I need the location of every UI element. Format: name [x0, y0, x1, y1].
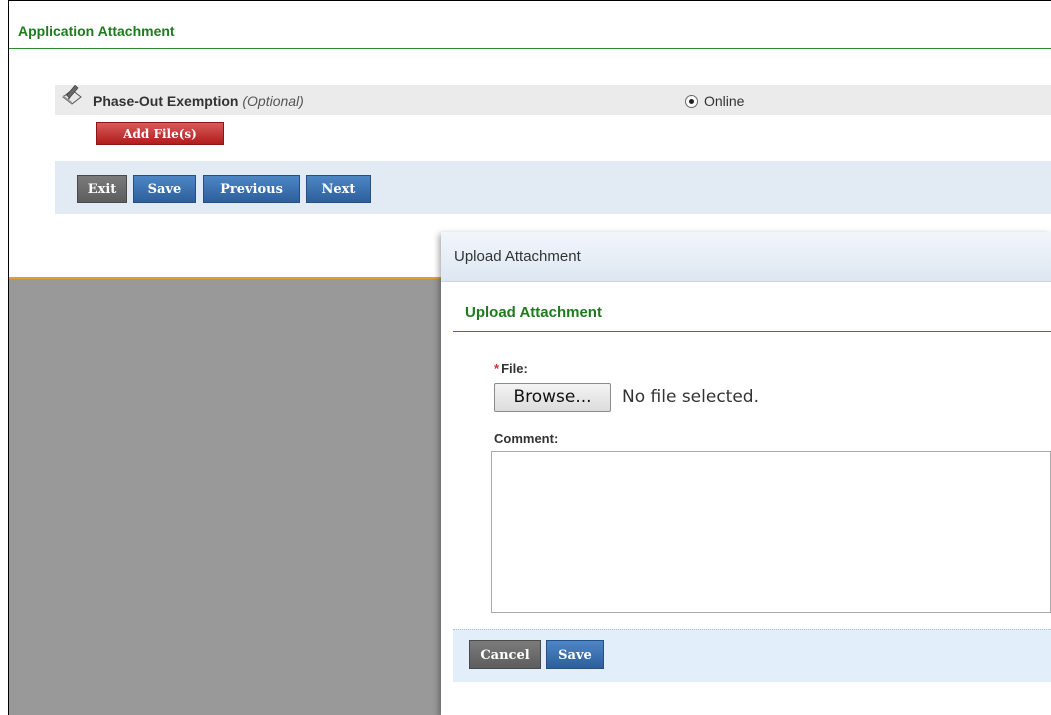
file-field-label: * File:	[494, 361, 528, 376]
comment-label: Comment:	[494, 431, 559, 446]
dialog-titlebar[interactable]: Upload Attachment	[441, 232, 1051, 282]
dialog-section-divider	[453, 331, 1051, 332]
dialog-save-button[interactable]: Save	[546, 640, 604, 669]
document-name-text: Phase-Out Exemption	[93, 93, 239, 109]
required-marker: *	[494, 361, 500, 376]
dialog-footer: Cancel Save	[453, 629, 1051, 682]
dialog-title: Upload Attachment	[454, 248, 581, 265]
pen-on-paper-icon	[61, 84, 83, 105]
add-files-button[interactable]: Add File(s)	[96, 122, 224, 145]
file-label-text: File:	[501, 361, 528, 376]
cancel-button[interactable]: Cancel	[469, 640, 541, 669]
radio-selected-icon[interactable]	[685, 94, 698, 108]
section-title: Application Attachment	[18, 23, 175, 39]
dialog-section-title: Upload Attachment	[465, 304, 602, 321]
section-divider	[9, 48, 1051, 49]
next-button[interactable]: Next	[306, 175, 371, 203]
upload-attachment-dialog: Upload Attachment Upload Attachment * Fil…	[441, 232, 1051, 715]
document-row: Phase-Out Exemption (Optional) Online	[55, 84, 1051, 115]
optional-tag: (Optional)	[242, 93, 304, 109]
file-status-text: No file selected.	[622, 387, 759, 407]
comment-textarea[interactable]	[491, 451, 1051, 613]
submission-option-label: Online	[704, 93, 745, 109]
browse-button[interactable]: Browse...	[494, 383, 611, 412]
document-name: Phase-Out Exemption (Optional)	[93, 93, 304, 109]
navigation-bar: Exit Save Previous Next	[55, 161, 1051, 214]
exit-button[interactable]: Exit	[77, 175, 127, 203]
save-button[interactable]: Save	[133, 175, 196, 203]
previous-button[interactable]: Previous	[203, 175, 300, 203]
submission-option-online[interactable]: Online	[685, 93, 744, 109]
